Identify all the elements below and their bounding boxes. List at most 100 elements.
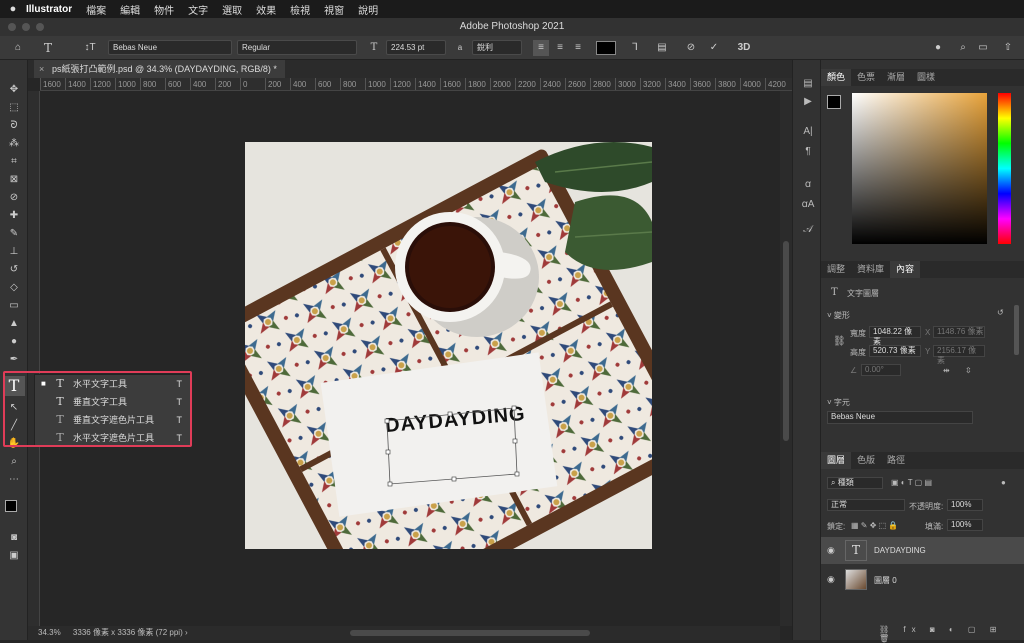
layer-filter-select[interactable]: ⌕ 種類 [827, 477, 883, 489]
history-brush-tool-icon[interactable]: ↺ [4, 262, 24, 278]
home-icon[interactable]: ⌂ [10, 40, 26, 56]
menu-object[interactable]: 物件 [154, 2, 174, 17]
crop-tool-icon[interactable]: ⌗ [4, 154, 24, 170]
3d-button[interactable]: 3D [736, 40, 752, 56]
paragraph-panel-icon[interactable]: ¶ [800, 146, 816, 160]
menu-help[interactable]: 說明 [358, 2, 378, 17]
line-tool-icon[interactable]: ╱ [4, 418, 24, 434]
lasso-tool-icon[interactable]: ᘐ [4, 118, 24, 134]
menu-view[interactable]: 檢視 [290, 2, 310, 17]
blur-tool-icon[interactable]: ▲ [4, 316, 24, 332]
horizontal-scrollbar[interactable] [200, 626, 780, 640]
menu-select[interactable]: 選取 [222, 2, 242, 17]
type-tool-icon-active[interactable]: T [3, 376, 25, 396]
status-menu-chevron-icon[interactable]: › [185, 628, 188, 637]
blend-mode-select[interactable]: 正常 [827, 499, 905, 511]
close-window-button[interactable] [8, 23, 16, 31]
zoom-level[interactable]: 34.3% [38, 628, 61, 637]
color-picker-field[interactable] [852, 93, 987, 244]
tab-paths[interactable]: 路徑 [881, 452, 911, 469]
zoom-window-button[interactable] [36, 23, 44, 31]
filter-toggle-icon[interactable]: ● [1001, 478, 1006, 487]
eraser-tool-icon[interactable]: ◇ [4, 280, 24, 296]
pen-tool-icon[interactable]: ✒ [4, 352, 24, 368]
glyphs-panel-icon[interactable]: 𝒜 [800, 224, 816, 238]
cancel-icon[interactable]: ⊘ [683, 40, 699, 56]
commit-icon[interactable]: ✓ [706, 40, 722, 56]
character-styles-icon[interactable]: ꭤ [800, 176, 816, 190]
tab-color[interactable]: 顏色 [821, 69, 852, 86]
tab-swatches[interactable]: 色票 [851, 69, 881, 86]
magic-wand-tool-icon[interactable]: ⁂ [4, 136, 24, 152]
hand-tool-icon[interactable]: ✋ [4, 436, 24, 452]
menu-effect[interactable]: 效果 [256, 2, 276, 17]
transform-section-label[interactable]: ˅ 變形 [827, 310, 850, 321]
tab-channels[interactable]: 色版 [851, 452, 881, 469]
flyout-item-vertical-type-mask[interactable]: T 垂直文字遮色片工具 T [35, 411, 190, 429]
flyout-item-vertical-type[interactable]: T 垂直文字工具 T [35, 393, 190, 411]
user-icon[interactable]: ● [930, 40, 946, 56]
properties-scrollbar[interactable] [1014, 305, 1019, 355]
share-icon[interactable]: ⇧ [1000, 40, 1016, 56]
lock-icons[interactable]: ▦ ✎ ✥ ⬚ 🔒 [851, 521, 898, 530]
layer-actions-icons[interactable]: ⛓ fx ◙ ◐ ▢ ⊞ 🗑 [879, 625, 1024, 643]
tab-properties[interactable]: 內容 [890, 261, 921, 278]
y-field[interactable]: 2156.17 像素 [933, 345, 985, 365]
actions-play-icon[interactable]: ▶ [800, 96, 816, 110]
flyout-item-horizontal-type-mask[interactable]: T 水平文字遮色片工具 T [35, 429, 190, 447]
frame-tool-icon[interactable]: ⊠ [4, 172, 24, 188]
quick-mask-icon[interactable]: ◙ [4, 530, 24, 546]
history-panel-icon[interactable]: ▤ [800, 78, 816, 92]
type-tool-icon[interactable]: T [40, 40, 56, 56]
visibility-eye-icon[interactable]: ◉ [827, 574, 835, 585]
font-size-field[interactable]: 224.53 pt [386, 40, 446, 55]
paragraph-styles-icon[interactable]: ꭤA [800, 196, 816, 210]
layer-filter-icons[interactable]: ▣ ◐ T ▢ ▤ [891, 478, 932, 487]
eyedropper-tool-icon[interactable]: ⊘ [4, 190, 24, 206]
character-font-select[interactable]: Bebas Neue [827, 411, 973, 424]
width-field[interactable]: 1048.22 像素 [869, 326, 921, 346]
fill-field[interactable]: 100% [947, 519, 983, 531]
link-dimensions-icon[interactable]: ⛓ [833, 336, 846, 347]
gradient-tool-icon[interactable]: ▭ [4, 298, 24, 314]
font-style-select[interactable]: Regular [237, 40, 357, 55]
document-tab[interactable]: × ps紙張打凸範例.psd @ 34.3% (DAYDAYDING, RGB/… [34, 60, 285, 78]
app-menu[interactable]: Illustrator [26, 4, 72, 15]
tab-libraries[interactable]: 資料庫 [851, 261, 890, 278]
flip-vertical-icon[interactable]: ⇳ [965, 366, 972, 375]
close-tab-icon[interactable]: × [39, 60, 44, 78]
more-tools-icon[interactable]: ⋯ [4, 472, 24, 488]
zoom-tool-icon[interactable]: ⌕ [4, 454, 24, 470]
foreground-color-chip[interactable] [827, 95, 841, 109]
path-select-tool-icon[interactable]: ↖ [4, 400, 24, 416]
foreground-color-swatch[interactable] [5, 500, 17, 512]
angle-field[interactable]: 0.00° [861, 364, 901, 376]
stamp-tool-icon[interactable]: ⊥ [4, 244, 24, 260]
tab-patterns[interactable]: 圖樣 [911, 69, 941, 86]
align-left-icon[interactable]: ≡ [533, 40, 549, 56]
align-right-icon[interactable]: ≡ [570, 40, 586, 56]
reset-icon[interactable]: ↺ [997, 308, 1004, 317]
text-orientation-icon[interactable]: ↕T [82, 40, 98, 56]
horizontal-scroll-thumb[interactable] [350, 630, 590, 636]
workspace-icon[interactable]: ▭ [975, 40, 991, 56]
menu-file[interactable]: 檔案 [86, 2, 106, 17]
search-icon[interactable]: ⌕ [955, 40, 971, 56]
screen-mode-icon[interactable]: ▣ [4, 548, 24, 564]
menu-type[interactable]: 文字 [188, 2, 208, 17]
x-field[interactable]: 1148.76 像素 [933, 326, 985, 338]
font-family-select[interactable]: Bebas Neue [108, 40, 232, 55]
character-panel-icon[interactable]: A| [800, 126, 816, 140]
vertical-scrollbar[interactable] [780, 91, 792, 626]
align-center-icon[interactable]: ≡ [552, 40, 568, 56]
tab-gradients[interactable]: 漸層 [881, 69, 911, 86]
menu-edit[interactable]: 編輯 [120, 2, 140, 17]
menu-window[interactable]: 視窗 [324, 2, 344, 17]
visibility-eye-icon[interactable]: ◉ [827, 545, 835, 556]
layer-row-image[interactable]: ◉ 圖層 0 [821, 566, 1024, 593]
healing-brush-tool-icon[interactable]: ✚ [4, 208, 24, 224]
document-image[interactable]: DAYDAYDING [245, 142, 652, 549]
height-field[interactable]: 520.73 像素 [869, 345, 921, 357]
brush-tool-icon[interactable]: ✎ [4, 226, 24, 242]
flyout-item-horizontal-type[interactable]: ■ T 水平文字工具 T [35, 375, 190, 393]
